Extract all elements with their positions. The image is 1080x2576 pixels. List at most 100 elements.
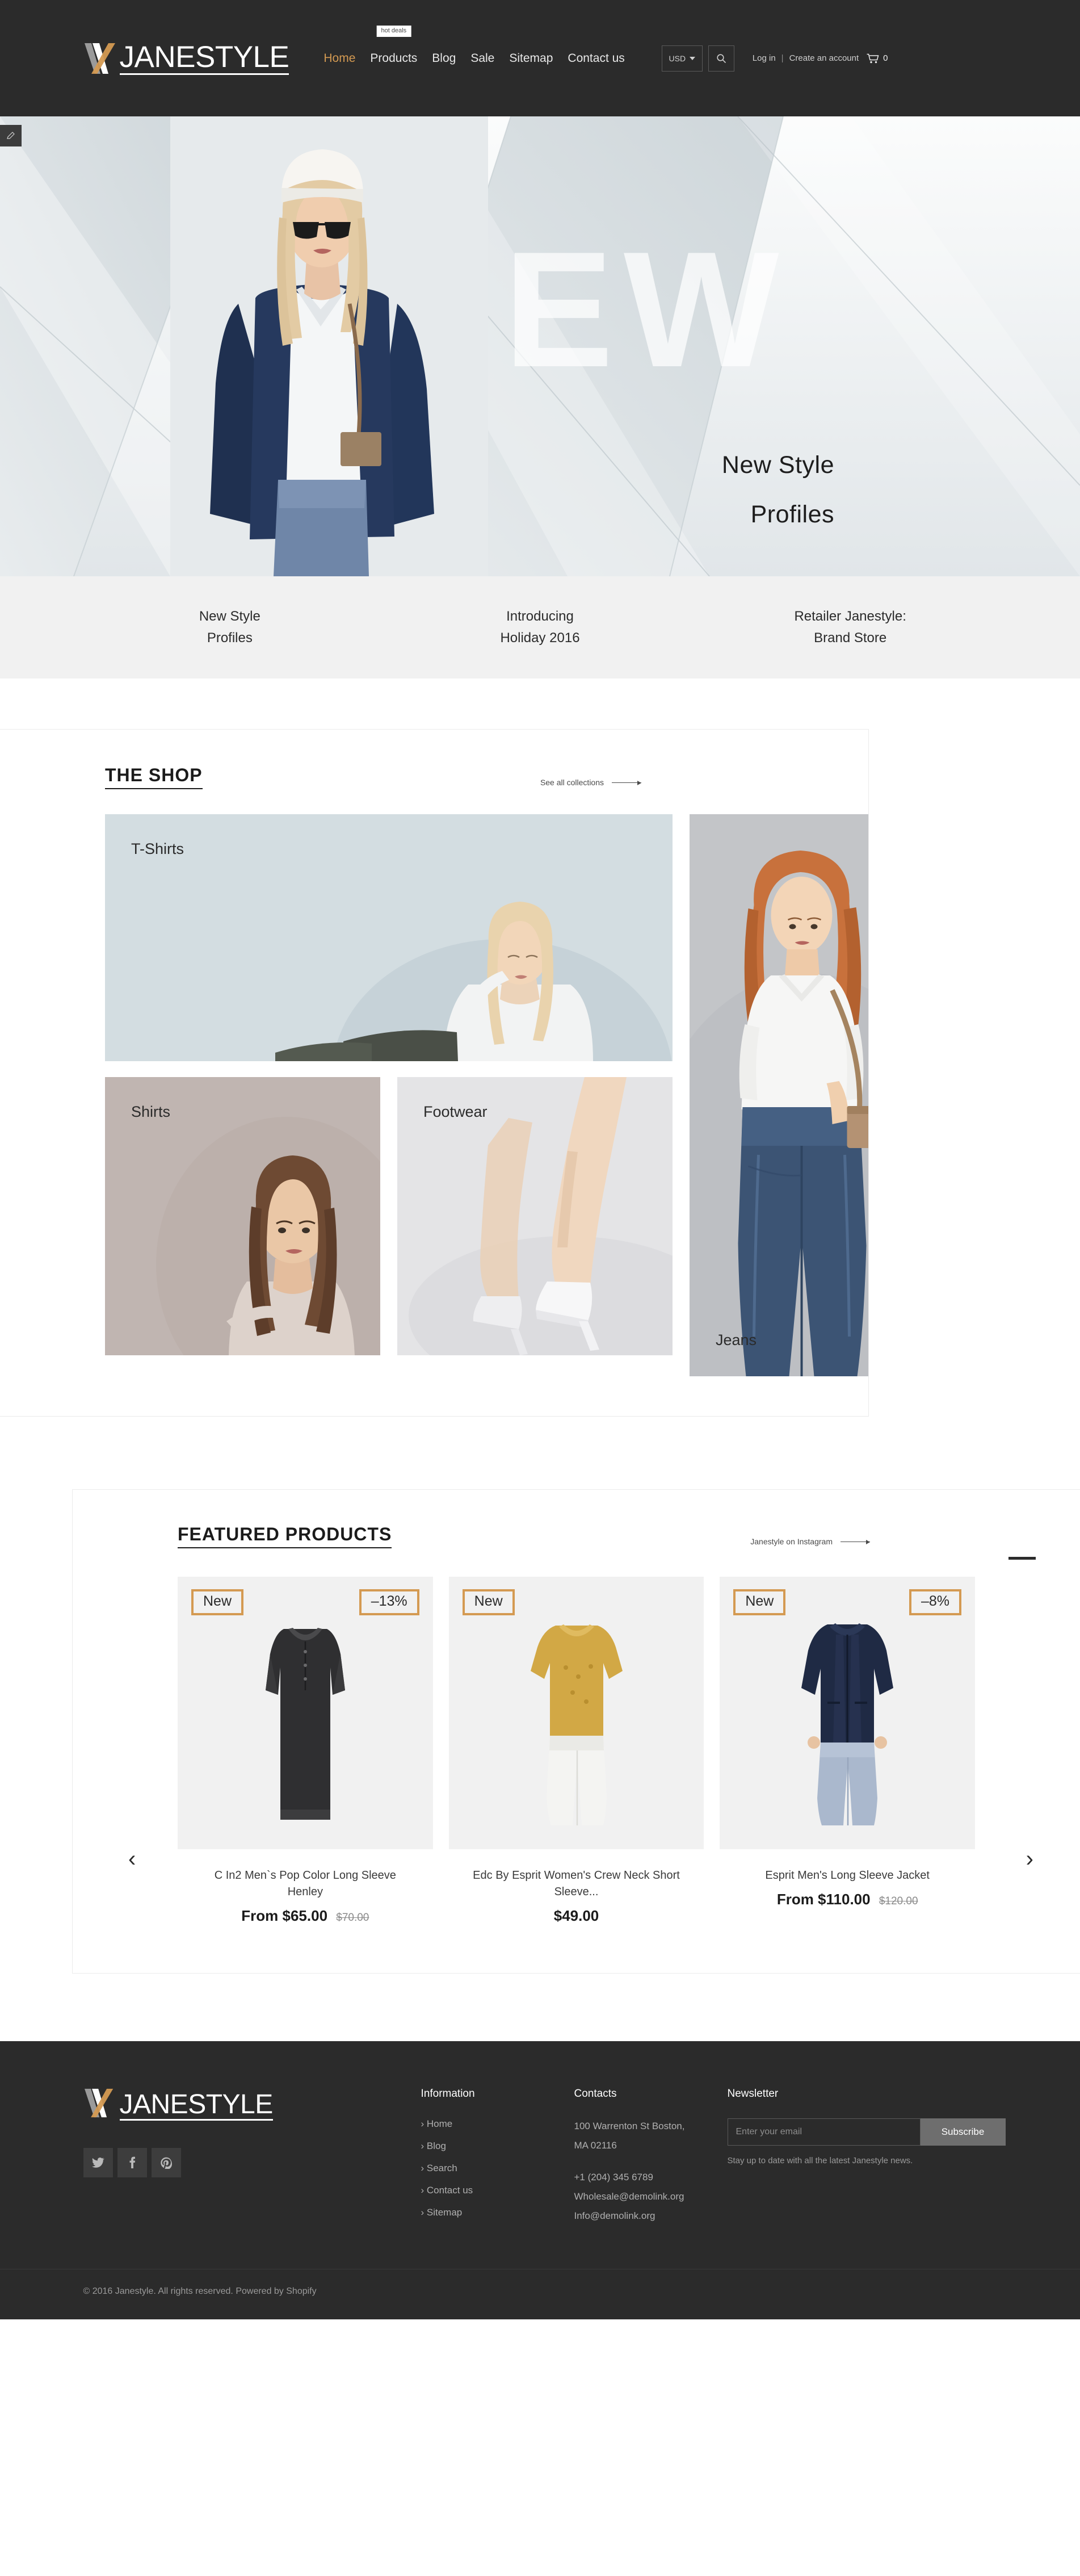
collection-tile-jeans[interactable]: Jeans <box>690 814 868 1376</box>
hero-caption: New Style Profiles <box>596 451 834 529</box>
nav-item-home[interactable]: Home <box>316 52 363 65</box>
footer-link-search[interactable]: Search <box>421 2163 574 2174</box>
shop-card: THE SHOP See all collections T-Shirts Sh… <box>0 730 868 1416</box>
footer-newsletter-column: Newsletter Subscribe Stay up to date wit… <box>727 2088 1006 2229</box>
search-icon <box>717 53 726 63</box>
product-card[interactable]: New –13% C In2 Men`s Pop Color Long Slee… <box>178 1577 433 1925</box>
shop-title: THE SHOP <box>105 765 203 789</box>
collections-grid: T-Shirts Shirts Footwear Jeans <box>0 814 868 1376</box>
login-link[interactable]: Log in <box>753 53 776 63</box>
hero-tab-retailer-brand-store[interactable]: Retailer Janestyle: Brand Store <box>695 606 1006 650</box>
nav-item-blog[interactable]: Blog <box>425 52 463 65</box>
product-title[interactable]: Esprit Men's Long Sleeve Jacket <box>720 1867 975 1884</box>
footer-link-sitemap[interactable]: Sitemap <box>421 2207 574 2218</box>
shop-section: THE SHOP See all collections T-Shirts Sh… <box>0 678 1080 1603</box>
nav-badge-hot-deals: hot deals <box>376 25 411 37</box>
facebook-icon[interactable] <box>117 2148 147 2177</box>
nav-label: Blog <box>432 51 456 65</box>
product-image-crew-neck-tee <box>530 1624 623 1825</box>
cart-icon <box>867 53 879 63</box>
footer-information-title: Information <box>421 2088 475 2100</box>
nav-label: Sitemap <box>509 51 553 65</box>
badge-discount: –8% <box>909 1589 962 1615</box>
footer-link-contact-us[interactable]: Contact us <box>421 2185 574 2196</box>
twitter-icon[interactable] <box>83 2148 113 2177</box>
newsletter-form: Subscribe <box>727 2118 1006 2146</box>
pinterest-icon[interactable] <box>151 2148 181 2177</box>
nav-item-sitemap[interactable]: Sitemap <box>502 52 560 65</box>
product-card[interactable]: New –8% Esprit Men's Long Sleeve Jacket … <box>720 1577 976 1925</box>
logo-text: JANESTYLE <box>119 40 289 75</box>
badge-discount: –13% <box>359 1589 419 1615</box>
hero-tab-line2: Holiday 2016 <box>500 630 580 646</box>
collection-tile-shirts[interactable]: Shirts <box>105 1077 380 1355</box>
logo-mark-icon <box>83 2088 119 2121</box>
footer-email-info[interactable]: Info@demolink.org <box>574 2208 728 2224</box>
newsletter-note: Stay up to date with all the latest Jane… <box>727 2156 913 2165</box>
product-title[interactable]: C In2 Men`s Pop Color Long Sleeve Henley <box>178 1867 433 1900</box>
hero-banner: NEW New Style Profiles <box>0 116 1080 576</box>
hero-tab-new-style-profiles[interactable]: New Style Profiles <box>75 606 385 650</box>
currency-value: USD <box>669 53 686 63</box>
chevron-down-icon <box>690 56 696 60</box>
shop-header: THE SHOP See all collections <box>0 765 868 789</box>
hero-tab-line1: New Style <box>199 608 260 624</box>
pencil-icon <box>7 132 15 139</box>
carousel-next-button[interactable]: › <box>1026 1848 1033 1870</box>
cart-count: 0 <box>883 53 888 63</box>
footer-link-home[interactable]: Home <box>421 2118 574 2130</box>
product-image-wrapper[interactable]: New –13% <box>178 1577 433 1849</box>
search-button[interactable] <box>708 45 734 72</box>
footer-logo[interactable]: JANESTYLE <box>83 2088 421 2121</box>
cart-button[interactable]: 0 <box>867 53 888 64</box>
product-image-jacket <box>801 1623 894 1825</box>
site-logo[interactable]: JANESTYLE <box>83 42 289 75</box>
footer-address-line2: MA 02116 <box>574 2140 617 2151</box>
newsletter-email-input[interactable] <box>727 2118 921 2146</box>
product-price-current: $49.00 <box>553 1907 599 1924</box>
product-card[interactable]: New Edc By Esprit Women's Crew Neck Shor… <box>448 1577 704 1925</box>
product-image-wrapper[interactable]: New –8% <box>720 1577 976 1849</box>
product-price-current: From $110.00 <box>776 1891 871 1908</box>
footer-copyright: © 2016 Janestyle. All rights reserved. P… <box>83 2286 317 2296</box>
footer-information-column: Information Home Blog Search Contact us … <box>421 2088 574 2229</box>
product-image-wrapper[interactable]: New <box>448 1577 704 1849</box>
collection-tile-tshirts-label: T-Shirts <box>131 840 184 857</box>
product-price: $49.00 <box>449 1907 704 1925</box>
footer-newsletter-title: Newsletter <box>727 2088 779 2100</box>
badge-new: New <box>462 1589 515 1615</box>
collection-tile-footwear[interactable]: Footwear <box>397 1077 673 1355</box>
footer-contacts-column: Contacts 100 Warrenton St Boston, MA 021… <box>574 2088 728 2229</box>
collection-tile-tshirts[interactable]: T-Shirts <box>105 814 673 1061</box>
footer-bottom-bar: © 2016 Janestyle. All rights reserved. P… <box>0 2269 1080 2319</box>
create-account-link[interactable]: Create an account <box>789 53 859 63</box>
nav-item-sale[interactable]: Sale <box>463 52 502 65</box>
logo-mark-icon <box>83 42 119 75</box>
product-title[interactable]: Edc By Esprit Women's Crew Neck Short Sl… <box>449 1867 704 1900</box>
nav-item-contact-us[interactable]: Contact us <box>560 52 632 65</box>
featured-products-header: FEATURED PRODUCTS Janestyle on Instagram <box>73 1524 1080 1548</box>
footer-email-wholesale[interactable]: Wholesale@demolink.org <box>574 2189 728 2205</box>
footer-brand-column: JANESTYLE <box>75 2088 421 2229</box>
nav-label: Home <box>323 51 356 65</box>
currency-selector[interactable]: USD <box>661 45 703 72</box>
arrow-right-icon <box>612 780 641 785</box>
hero-headline-line1: New Style <box>721 451 834 479</box>
collection-tile-jeans-image <box>690 814 868 1376</box>
nav-item-products[interactable]: hot deals Products <box>363 25 425 65</box>
featured-products-title: FEATURED PRODUCTS <box>178 1524 392 1548</box>
footer-phone[interactable]: +1 (204) 345 6789 <box>574 2169 728 2185</box>
nav-label: Sale <box>470 51 495 65</box>
hero-slide-tabs: New Style Profiles Introducing Holiday 2… <box>0 576 1080 678</box>
hero-tab-introducing-holiday[interactable]: Introducing Holiday 2016 <box>385 606 695 650</box>
page-root: JANESTYLE Home hot deals Products Blog S… <box>0 0 1080 2319</box>
featured-products-card: FEATURED PRODUCTS Janestyle on Instagram… <box>73 1490 1080 1973</box>
see-all-collections-link[interactable]: See all collections <box>540 778 641 787</box>
instagram-link[interactable]: Janestyle on Instagram <box>750 1537 870 1546</box>
link-separator: | <box>781 53 784 63</box>
carousel-prev-button[interactable]: ‹ <box>128 1848 136 1870</box>
newsletter-subscribe-button[interactable]: Subscribe <box>920 2118 1006 2146</box>
footer-link-blog[interactable]: Blog <box>421 2141 574 2152</box>
hero-edit-handle[interactable] <box>0 125 22 146</box>
collection-tile-footwear-label: Footwear <box>423 1103 488 1120</box>
